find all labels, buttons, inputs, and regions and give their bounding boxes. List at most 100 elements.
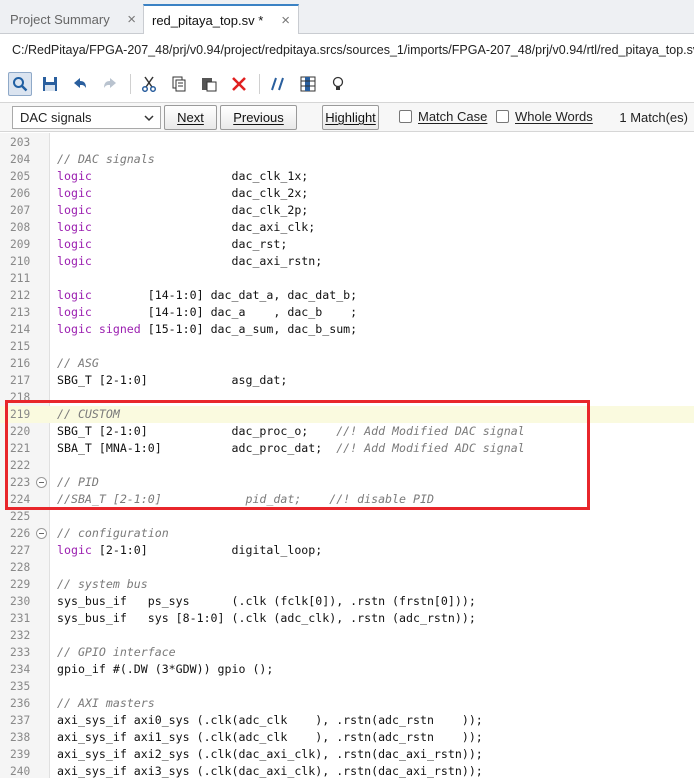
code-comment: //! Add Modified ADC signal xyxy=(336,441,525,455)
line-number: 220 xyxy=(10,425,31,438)
code-line[interactable]: 203 xyxy=(0,134,694,151)
checkbox-box[interactable] xyxy=(496,110,509,123)
highlight-button[interactable]: Highlight xyxy=(322,105,379,130)
code-comment: // ASG xyxy=(57,356,99,370)
code-line[interactable]: 205 logic dac_clk_1x; xyxy=(0,168,694,185)
line-number: 226 xyxy=(10,527,31,540)
code-line[interactable]: 209 logic dac_rst; xyxy=(0,236,694,253)
code-editor[interactable]: 203 204 // DAC signals 205 logic dac_clk_1x;… xyxy=(0,133,694,778)
keyword: logic xyxy=(57,543,92,557)
code-line[interactable]: 230 sys_bus_if ps_sys (.clk (fclk[0]), .r… xyxy=(0,593,694,610)
cut-icon[interactable] xyxy=(137,72,161,96)
code-body: dac_clk_2p; xyxy=(91,203,309,217)
code-line[interactable]: 225 xyxy=(0,508,694,525)
column-select-icon[interactable] xyxy=(296,72,320,96)
code-comment: // configuration xyxy=(57,526,169,540)
code-text: sys_bus_if ps_sys (.clk (fclk[0]), .rstn… xyxy=(57,593,476,610)
code-line[interactable]: 208 logic dac_axi_clk; xyxy=(0,219,694,236)
chevron-down-icon[interactable] xyxy=(144,113,154,123)
code-line[interactable]: 240 axi_sys_if axi3_sys (.clk(dac_axi_clk… xyxy=(0,763,694,778)
keyword: logic xyxy=(57,169,92,183)
code-line[interactable]: 224 //SBA_T [2-1:0] pid_dat; //! disable … xyxy=(0,491,694,508)
code-text: axi_sys_if axi1_sys (.clk(adc_clk ), .rs… xyxy=(57,729,483,746)
save-icon[interactable] xyxy=(38,72,62,96)
code-line[interactable]: 207 logic dac_clk_2p; xyxy=(0,202,694,219)
code-body: axi_sys_if axi1_sys (.clk(adc_clk ), .rs… xyxy=(57,730,483,744)
code-body: dac_axi_clk; xyxy=(91,220,316,234)
code-line[interactable]: 204 // DAC signals xyxy=(0,151,694,168)
code-line[interactable]: 216 // ASG xyxy=(0,355,694,372)
lightbulb-icon[interactable] xyxy=(326,72,350,96)
code-body: SBG_T [2-1:0] asg_dat; xyxy=(57,373,288,387)
find-query-combobox[interactable]: DAC signals xyxy=(12,106,161,129)
tab-label: red_pitaya_top.sv * xyxy=(152,12,264,28)
line-number: 213 xyxy=(10,306,31,319)
fold-toggle-icon[interactable] xyxy=(36,528,47,539)
code-line[interactable]: 227 logic [2-1:0] digital_loop; xyxy=(0,542,694,559)
code-line[interactable]: 223 // PID xyxy=(0,474,694,491)
whole-words-checkbox[interactable]: Whole Words xyxy=(496,109,593,124)
code-line[interactable]: 235 xyxy=(0,678,694,695)
copy-icon[interactable] xyxy=(167,72,191,96)
code-body: axi_sys_if axi3_sys (.clk(dac_axi_clk), … xyxy=(57,764,483,778)
code-body: axi_sys_if axi2_sys (.clk(dac_axi_clk), … xyxy=(57,747,483,761)
code-line[interactable]: 229 // system bus xyxy=(0,576,694,593)
close-icon[interactable]: × xyxy=(127,11,136,28)
code-body: [2-1:0] digital_loop; xyxy=(91,543,323,557)
paste-icon[interactable] xyxy=(197,72,221,96)
comment-icon[interactable] xyxy=(266,72,290,96)
redo-icon[interactable] xyxy=(98,72,122,96)
code-line[interactable]: 234 gpio_if #(.DW (3*GDW)) gpio (); xyxy=(0,661,694,678)
code-body: [15-1:0] dac_a_sum, dac_b_sum; xyxy=(140,322,358,336)
code-line[interactable]: 218 xyxy=(0,389,694,406)
code-line[interactable]: 221 SBA_T [MNA-1:0] adc_proc_dat; //! Add… xyxy=(0,440,694,457)
search-icon[interactable] xyxy=(8,72,32,96)
fold-toggle-icon[interactable] xyxy=(36,477,47,488)
code-line[interactable]: 222 xyxy=(0,457,694,474)
code-line[interactable]: 210 logic dac_axi_rstn; xyxy=(0,253,694,270)
keyword: logic xyxy=(57,288,92,302)
tab-project-summary[interactable]: Project Summary × xyxy=(2,4,144,34)
code-line[interactable]: 236 // AXI masters xyxy=(0,695,694,712)
code-body: SBG_T [2-1:0] dac_proc_o; xyxy=(57,424,337,438)
keyword: logic xyxy=(57,254,92,268)
code-line[interactable]: 220 SBG_T [2-1:0] dac_proc_o; //! Add Mod… xyxy=(0,423,694,440)
keyword: logic signed xyxy=(57,322,141,336)
line-number: 227 xyxy=(10,544,31,557)
code-text: SBA_T [MNA-1:0] adc_proc_dat; //! Add Mo… xyxy=(57,440,525,457)
code-line[interactable]: 233 // GPIO interface xyxy=(0,644,694,661)
file-path: C:/RedPitaya/FPGA-207_48/prj/v0.94/proje… xyxy=(0,34,694,66)
code-line[interactable]: 237 axi_sys_if axi0_sys (.clk(adc_clk ), … xyxy=(0,712,694,729)
code-text: //SBA_T [2-1:0] pid_dat; //! disable PID xyxy=(57,491,434,508)
code-line[interactable]: 214 logic signed [15-1:0] dac_a_sum, dac_… xyxy=(0,321,694,338)
code-line[interactable]: 211 xyxy=(0,270,694,287)
code-text: logic dac_axi_rstn; xyxy=(57,253,322,270)
tab-red-pitaya-top[interactable]: red_pitaya_top.sv * × xyxy=(143,4,299,34)
code-line[interactable]: 206 logic dac_clk_2x; xyxy=(0,185,694,202)
close-icon[interactable]: × xyxy=(281,12,290,29)
code-text: logic dac_clk_2x; xyxy=(57,185,308,202)
line-number: 230 xyxy=(10,595,31,608)
code-line[interactable]: 228 xyxy=(0,559,694,576)
code-line[interactable]: 239 axi_sys_if axi2_sys (.clk(dac_axi_clk… xyxy=(0,746,694,763)
code-line[interactable]: 231 sys_bus_if sys [8-1:0] (.clk (adc_clk… xyxy=(0,610,694,627)
match-case-checkbox[interactable]: Match Case xyxy=(399,109,487,124)
code-body: sys_bus_if ps_sys (.clk (fclk[0]), .rstn… xyxy=(57,594,476,608)
previous-button[interactable]: Previous xyxy=(220,105,297,130)
code-line[interactable]: 213 logic [14-1:0] dac_a , dac_b ; xyxy=(0,304,694,321)
code-line[interactable]: 238 axi_sys_if axi1_sys (.clk(adc_clk ), … xyxy=(0,729,694,746)
code-line[interactable]: 212 logic [14-1:0] dac_dat_a, dac_dat_b; xyxy=(0,287,694,304)
code-line[interactable]: 217 SBG_T [2-1:0] asg_dat; xyxy=(0,372,694,389)
line-number: 223 xyxy=(10,476,31,489)
next-button[interactable]: Next xyxy=(164,105,217,130)
checkbox-box[interactable] xyxy=(399,110,412,123)
delete-icon[interactable] xyxy=(227,72,251,96)
code-line[interactable]: 215 xyxy=(0,338,694,355)
line-number: 224 xyxy=(10,493,31,506)
code-text: // DAC signals xyxy=(57,151,155,168)
line-number: 234 xyxy=(10,663,31,676)
undo-icon[interactable] xyxy=(68,72,92,96)
code-line[interactable]: 226 // configuration xyxy=(0,525,694,542)
code-line[interactable]: 219 // CUSTOM xyxy=(0,406,694,423)
code-line[interactable]: 232 xyxy=(0,627,694,644)
